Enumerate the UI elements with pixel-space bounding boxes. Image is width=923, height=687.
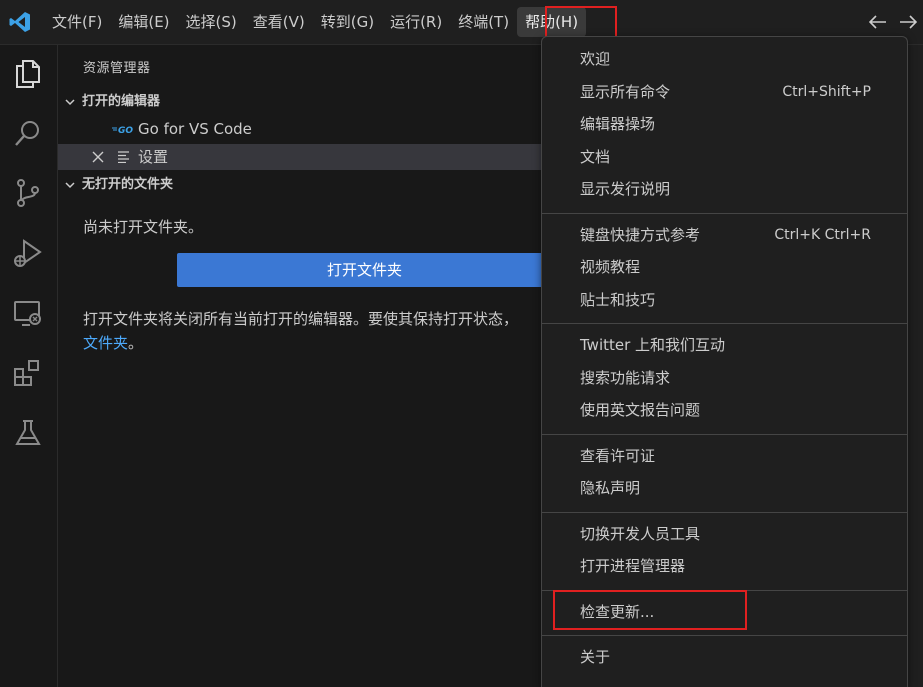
- help-menu-item-label: 贴士和技巧: [580, 290, 656, 309]
- help-menu-dropdown: 欢迎显示所有命令 Ctrl+Shift+P 编辑器操场文档显示发行说明键盘快捷方式参…: [541, 36, 908, 687]
- help-menu-item-label: 搜索功能请求: [580, 368, 671, 387]
- help-menu-item-shortcut: Ctrl+Shift+P: [782, 83, 871, 100]
- go-icon: GO: [112, 126, 133, 134]
- help-menu-separator: [542, 212, 907, 214]
- extensions-icon[interactable]: [12, 357, 44, 389]
- explorer-title: 资源管理器: [83, 61, 151, 76]
- help-menu-item[interactable]: 编辑器操场: [542, 109, 907, 139]
- help-menu-item[interactable]: 切换开发人员工具: [542, 519, 907, 549]
- help-menu-item[interactable]: 隐私声明: [542, 473, 907, 503]
- help-menu-item[interactable]: 使用英文报告问题: [542, 395, 907, 425]
- svg-text:GO: GO: [118, 126, 133, 134]
- help-menu-item-label: 检查更新...: [580, 602, 655, 621]
- help-menu-separator: [542, 635, 907, 636]
- help-menu-item[interactable]: 视频教程: [542, 252, 907, 282]
- open-editor-label: 设置: [138, 148, 169, 166]
- help-menu-item-label: Twitter 上和我们互动: [580, 336, 726, 354]
- vscode-logo[interactable]: [8, 10, 32, 34]
- menu-run[interactable]: 运行(R): [382, 7, 450, 37]
- navigation-arrows: [863, 10, 923, 34]
- menu-bar: 文件(F) 编辑(E) 选择(S) 查看(V) 转到(G) 运行(R) 终端(T…: [44, 0, 587, 44]
- menu-file[interactable]: 文件(F): [44, 7, 110, 37]
- no-folder-label: 无打开的文件夹: [82, 177, 174, 192]
- help-menu-item-label: 查看许可证: [580, 446, 656, 465]
- help-menu-item[interactable]: 关于: [542, 642, 907, 672]
- info-link[interactable]: 文件夹: [83, 334, 128, 352]
- help-menu-separator: [542, 433, 907, 435]
- chevron-down-icon: [65, 182, 75, 189]
- no-folder-message: 尚未打开文件夹。: [83, 218, 204, 236]
- testing-icon[interactable]: [12, 417, 44, 449]
- info-tail: 。: [128, 334, 144, 352]
- help-menu-separator: [542, 589, 907, 591]
- help-menu-separator: [542, 323, 907, 324]
- files-icon[interactable]: [12, 57, 44, 89]
- help-menu-item[interactable]: 键盘快捷方式参考 Ctrl+K Ctrl+R: [542, 220, 907, 250]
- help-menu-item-label: 切换开发人员工具: [580, 524, 701, 543]
- help-menu-separator: [542, 511, 907, 513]
- open-folder-button[interactable]: 打开文件夹: [177, 253, 552, 287]
- close-icon[interactable]: [91, 150, 105, 164]
- source-control-icon[interactable]: [12, 177, 44, 209]
- help-menu-item-label: 打开进程管理器: [580, 557, 686, 575]
- help-menu-item-label: 欢迎: [580, 50, 611, 68]
- help-menu-item[interactable]: 显示所有命令 Ctrl+Shift+P: [542, 77, 907, 107]
- help-menu-item[interactable]: 检查更新...: [542, 597, 907, 627]
- open-editors-label: 打开的编辑器: [82, 94, 161, 109]
- help-menu-item-label: 编辑器操场: [580, 115, 656, 133]
- help-menu-item-label: 显示发行说明: [580, 180, 671, 198]
- chevron-down-icon: [65, 99, 75, 106]
- menu-terminal[interactable]: 终端(T): [450, 7, 517, 37]
- menu-help[interactable]: 帮助(H): [517, 7, 587, 37]
- search-icon[interactable]: [12, 117, 44, 149]
- help-menu-item[interactable]: 文档: [542, 142, 907, 172]
- help-menu-item[interactable]: 欢迎: [542, 44, 907, 74]
- open-editor-label: Go for VS Code: [138, 120, 252, 138]
- help-menu-item[interactable]: 搜索功能请求: [542, 363, 907, 393]
- help-menu-item[interactable]: Twitter 上和我们互动: [542, 330, 907, 360]
- help-menu-item-label: 键盘快捷方式参考: [580, 225, 701, 244]
- activity-bar: [0, 45, 58, 687]
- help-menu-item-label: 视频教程: [580, 258, 641, 276]
- help-menu-item-label: 关于: [580, 648, 611, 666]
- menu-selection[interactable]: 选择(S): [178, 7, 245, 37]
- remote-explorer-icon[interactable]: [12, 297, 44, 329]
- help-menu-item[interactable]: 贴士和技巧: [542, 285, 907, 315]
- help-menu-item-label: 使用英文报告问题: [580, 401, 701, 419]
- menu-edit[interactable]: 编辑(E): [110, 7, 177, 37]
- help-menu-item-shortcut: Ctrl+K Ctrl+R: [774, 226, 871, 243]
- arrow-right-icon[interactable]: [893, 10, 923, 34]
- settings-file-icon: [118, 151, 129, 163]
- menu-go[interactable]: 转到(G): [313, 7, 382, 37]
- info-text: 打开文件夹将关闭所有当前打开的编辑器。要使其保持打开状态，: [83, 310, 519, 328]
- help-menu-item-label: 隐私声明: [580, 479, 641, 497]
- help-menu-item[interactable]: 查看许可证: [542, 441, 907, 471]
- help-menu-item[interactable]: 打开进程管理器: [542, 551, 907, 581]
- run-debug-icon[interactable]: [12, 237, 44, 269]
- open-folder-info: 打开文件夹将关闭所有当前打开的编辑器。要使其保持打开状态， 文件夹。: [83, 307, 553, 355]
- help-menu-item-label: 显示所有命令: [580, 82, 671, 101]
- help-menu-item[interactable]: 显示发行说明: [542, 174, 907, 204]
- help-menu-item-label: 文档: [580, 147, 611, 166]
- arrow-left-icon[interactable]: [863, 10, 893, 34]
- menu-view[interactable]: 查看(V): [245, 7, 313, 37]
